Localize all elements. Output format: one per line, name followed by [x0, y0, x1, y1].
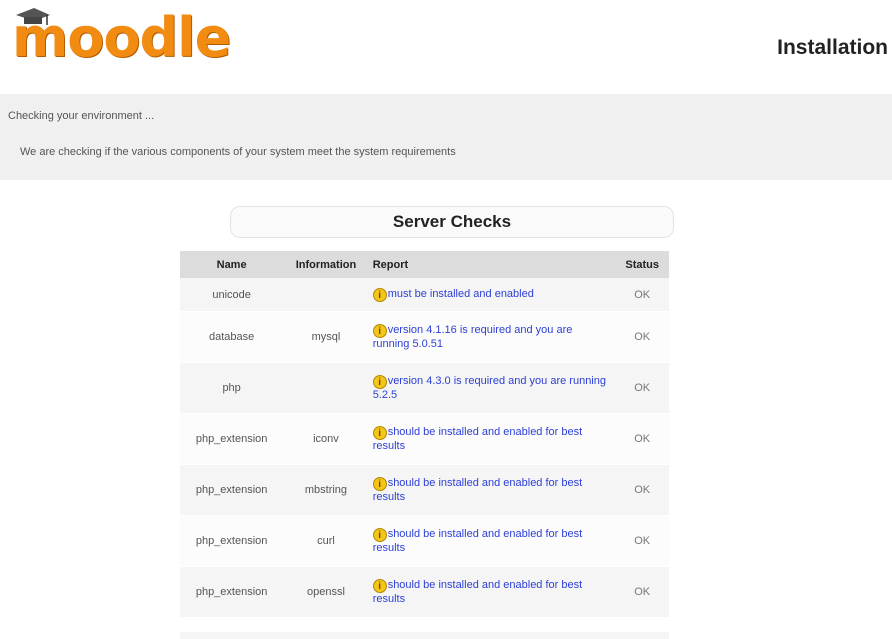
report-text: version 4.1.16 is required and you are r… — [372, 324, 573, 350]
report-text: should be installed and enabled for best… — [372, 426, 583, 452]
report-text: should be installed and enabled for best… — [372, 579, 583, 605]
row-status: OK — [615, 515, 669, 567]
table-row: php_extension curl i should be installed … — [180, 515, 669, 567]
checking-description: We are checking if the various component… — [20, 146, 456, 158]
table-header-row: Name Information Report Status — [180, 251, 669, 278]
table-row: php_extension openssl i should be install… — [180, 566, 669, 618]
warning-icon: i — [372, 287, 387, 302]
graduation-cap-icon — [16, 8, 50, 25]
table-row: php_extension iconv i should be installed… — [180, 413, 669, 465]
row-information: mysql — [283, 311, 369, 363]
table-row-partial — [180, 632, 669, 639]
report-text: should be installed and enabled for best… — [372, 528, 583, 554]
row-name: database — [180, 311, 284, 363]
row-name: php_extension — [180, 464, 284, 516]
checking-label: Checking your environment ... — [8, 110, 155, 122]
column-header-report: Report — [368, 251, 616, 278]
warning-icon: i — [372, 579, 387, 593]
row-name: php_extension — [180, 566, 284, 618]
table-row: unicode i must be installed and enabled O… — [180, 278, 669, 312]
table-row: php i version 4.3.0 is required and you a… — [180, 362, 669, 414]
row-information: iconv — [283, 413, 369, 465]
row-information — [283, 278, 369, 312]
row-status: OK — [615, 311, 669, 363]
warning-icon: i — [372, 375, 387, 389]
server-checks-table: Name Information Report Status unicode i… — [180, 251, 669, 618]
report-text: version 4.3.0 is required and you are ru… — [372, 375, 606, 401]
report-text: should be installed and enabled for best… — [372, 477, 583, 503]
warning-icon: i — [372, 528, 387, 542]
report-text: must be installed and enabled — [387, 287, 534, 300]
row-report: i must be installed and enabled — [368, 278, 616, 312]
column-header-information: Information — [283, 251, 369, 278]
row-information: mbstring — [283, 464, 369, 516]
row-name: php_extension — [180, 413, 284, 465]
row-report: i should be installed and enabled for bes… — [368, 566, 616, 618]
row-report: i should be installed and enabled for bes… — [368, 515, 616, 567]
page-title: Installation — [777, 36, 888, 59]
warning-icon: i — [372, 477, 387, 491]
table-row: database mysql i version 4.1.16 is requir… — [180, 311, 669, 363]
row-status: OK — [615, 413, 669, 465]
row-report: i version 4.3.0 is required and you are r… — [368, 362, 616, 414]
moodle-logo[interactable]: moodle — [12, 6, 231, 70]
row-information — [283, 362, 369, 414]
row-status: OK — [615, 362, 669, 414]
row-report: i should be installed and enabled for bes… — [368, 413, 616, 465]
row-status: OK — [615, 464, 669, 516]
column-header-status: Status — [615, 251, 669, 278]
table-row: php_extension mbstring i should be instal… — [180, 464, 669, 516]
row-report: i should be installed and enabled for bes… — [368, 464, 616, 516]
row-name: php — [180, 362, 284, 414]
row-report: i version 4.1.16 is required and you are … — [368, 311, 616, 363]
column-header-name: Name — [180, 251, 284, 278]
row-name: unicode — [180, 278, 284, 312]
row-status: OK — [615, 566, 669, 618]
warning-icon: i — [372, 426, 387, 440]
server-checks-title: Server Checks — [230, 206, 674, 238]
page-header: moodle Installation — [0, 0, 892, 78]
row-information: curl — [283, 515, 369, 567]
warning-icon: i — [372, 324, 387, 338]
row-status: OK — [615, 278, 669, 312]
row-information: openssl — [283, 566, 369, 618]
environment-box: Checking your environment ... We are che… — [0, 94, 892, 180]
row-name: php_extension — [180, 515, 284, 567]
